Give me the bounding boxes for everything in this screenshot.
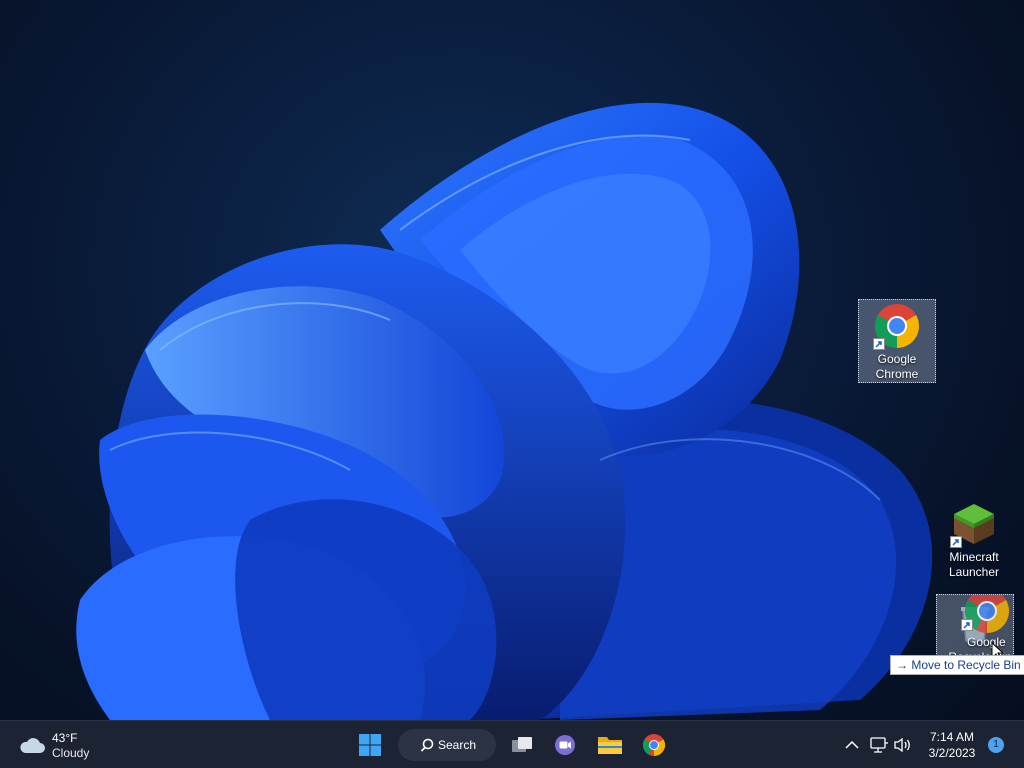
desktop-icon-google-chrome[interactable]: Google Chrome bbox=[858, 299, 936, 383]
network-icon[interactable] bbox=[869, 735, 889, 755]
volume-icon[interactable] bbox=[893, 735, 913, 755]
weather-temperature: 43°F bbox=[52, 731, 78, 745]
desktop-icon-label: Chrome bbox=[875, 367, 919, 381]
desktop-icon-label: Launcher bbox=[948, 565, 1000, 579]
file-explorer-icon bbox=[598, 737, 622, 754]
notification-badge[interactable]: 1 bbox=[988, 737, 1004, 753]
task-view-icon bbox=[512, 737, 532, 752]
chrome-taskbar-button[interactable] bbox=[636, 727, 672, 763]
desktop[interactable]: Google Chrome Minecraft Launcher Google bbox=[0, 0, 1024, 720]
drag-tooltip-text: Move to Recycle Bin bbox=[911, 658, 1021, 672]
cloud-icon bbox=[20, 738, 45, 753]
desktop-icon-label: Google bbox=[877, 352, 917, 366]
arrow-right-icon: → bbox=[896, 658, 908, 672]
task-view-button[interactable] bbox=[504, 727, 540, 763]
search-label: Search bbox=[438, 738, 477, 752]
chrome-icon bbox=[873, 302, 921, 350]
shortcut-arrow-icon bbox=[873, 338, 885, 350]
clock-time: 7:14 AM bbox=[929, 730, 975, 744]
teams-chat-icon bbox=[555, 735, 575, 755]
taskbar: 43°F Cloudy Search 7:14 AM 3/2/2023 1 bbox=[0, 720, 1024, 768]
windows-logo-icon bbox=[359, 734, 381, 756]
file-explorer-button[interactable] bbox=[591, 727, 627, 763]
minecraft-icon bbox=[950, 500, 998, 548]
chat-button[interactable] bbox=[547, 727, 583, 763]
desktop-icon-label: Google bbox=[967, 635, 1006, 649]
start-button[interactable] bbox=[352, 727, 388, 763]
shortcut-arrow-icon bbox=[950, 536, 962, 548]
clock-date: 3/2/2023 bbox=[928, 746, 976, 760]
taskbar-search[interactable]: Search bbox=[398, 729, 496, 761]
show-hidden-icons-chevron-icon[interactable] bbox=[842, 735, 862, 755]
drag-tooltip: → Move to Recycle Bin bbox=[890, 655, 1024, 675]
weather-condition: Cloudy bbox=[52, 746, 90, 760]
desktop-icon-minecraft-launcher[interactable]: Minecraft Launcher bbox=[936, 500, 1012, 579]
shortcut-arrow-icon bbox=[961, 619, 973, 631]
search-icon bbox=[420, 738, 434, 752]
desktop-icon-label: Minecraft bbox=[949, 550, 999, 564]
chrome-icon bbox=[643, 734, 665, 756]
clock[interactable]: 7:14 AM 3/2/2023 bbox=[920, 729, 984, 761]
